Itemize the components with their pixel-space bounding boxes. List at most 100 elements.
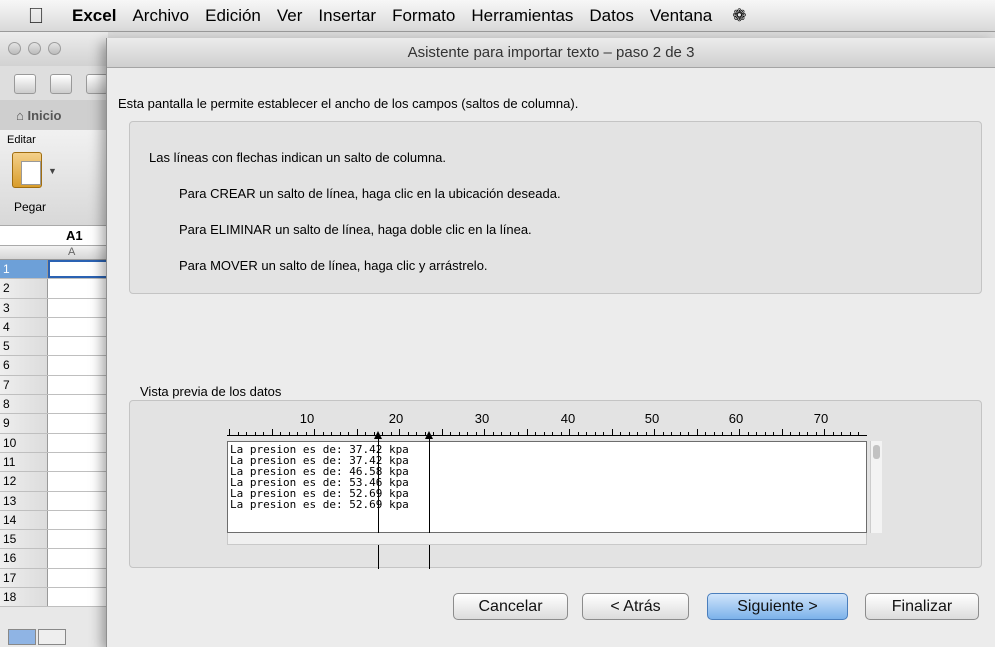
cell[interactable]: [48, 510, 108, 530]
ruler-tick: [645, 432, 647, 436]
table-row[interactable]: 8: [0, 395, 108, 415]
ruler-tick: [237, 432, 239, 436]
cell[interactable]: [48, 375, 108, 395]
row-number[interactable]: 14: [0, 510, 48, 530]
table-row[interactable]: 17: [0, 568, 108, 589]
table-row[interactable]: 18: [0, 588, 108, 608]
cell[interactable]: [48, 395, 108, 414]
horizontal-scrollbar[interactable]: [227, 533, 867, 545]
apple-icon[interactable]: : [0, 3, 72, 29]
table-row[interactable]: 3: [0, 298, 108, 318]
row-number[interactable]: 10: [0, 433, 48, 452]
menu-edicion[interactable]: Edición: [205, 6, 261, 26]
menu-herramientas[interactable]: Herramientas: [471, 6, 573, 26]
row-number[interactable]: 7: [0, 375, 48, 395]
next-button[interactable]: Siguiente >: [707, 593, 848, 620]
table-row[interactable]: 1: [0, 260, 108, 280]
row-number[interactable]: 12: [0, 472, 48, 491]
menu-ver[interactable]: Ver: [277, 6, 303, 26]
table-row[interactable]: 15: [0, 530, 108, 550]
table-row[interactable]: 5: [0, 337, 108, 357]
table-row[interactable]: 10: [0, 433, 108, 453]
row-number[interactable]: 9: [0, 414, 48, 433]
row-number[interactable]: 17: [0, 568, 48, 588]
row-number[interactable]: 6: [0, 356, 48, 375]
vertical-scrollbar[interactable]: [870, 441, 882, 533]
table-row[interactable]: 6: [0, 356, 108, 376]
table-row[interactable]: 14: [0, 510, 108, 531]
column-break-line[interactable]: [378, 439, 379, 569]
row-number[interactable]: 15: [0, 530, 48, 549]
open-icon[interactable]: [86, 74, 108, 94]
cell[interactable]: [48, 491, 108, 510]
cell[interactable]: [48, 549, 108, 568]
table-row[interactable]: 7: [0, 375, 108, 396]
page-layout-view-icon[interactable]: [38, 629, 66, 645]
script-menu-icon[interactable]: ❁: [732, 6, 746, 26]
menu-insertar[interactable]: Insertar: [318, 6, 376, 26]
menu-formato[interactable]: Formato: [392, 6, 455, 26]
data-preview-box: 10 20 30 40 50 60 70 La presion es de: 3…: [129, 400, 982, 569]
cell[interactable]: [48, 337, 108, 356]
column-break-arrow[interactable]: [374, 431, 382, 439]
cell[interactable]: [48, 260, 108, 279]
row-number[interactable]: 13: [0, 491, 48, 510]
cancel-button[interactable]: Cancelar: [453, 593, 568, 620]
table-row[interactable]: 4: [0, 317, 108, 338]
cell[interactable]: [48, 452, 108, 472]
menu-ventana[interactable]: Ventana: [650, 6, 712, 26]
back-button[interactable]: < Atrás: [582, 593, 689, 620]
ruler-tick: [263, 432, 264, 436]
normal-view-icon[interactable]: [8, 629, 36, 645]
column-break-line[interactable]: [429, 439, 430, 569]
cell[interactable]: [48, 298, 108, 317]
zoom-window-button[interactable]: [48, 42, 61, 55]
tab-inicio[interactable]: ⌂ Inicio: [0, 100, 108, 130]
column-break-arrow[interactable]: [425, 431, 433, 439]
preview-label: Vista previa de los datos: [140, 384, 282, 399]
row-number[interactable]: 11: [0, 452, 48, 472]
cell[interactable]: [48, 530, 108, 549]
row-number[interactable]: 3: [0, 298, 48, 317]
cell[interactable]: [48, 588, 108, 607]
cell[interactable]: [48, 433, 108, 452]
column-ruler[interactable]: 10 20 30 40 50 60 70: [227, 408, 867, 436]
cell[interactable]: [48, 568, 108, 588]
table-row[interactable]: 9: [0, 414, 108, 434]
cell[interactable]: [48, 356, 108, 375]
new-document-icon[interactable]: [14, 74, 36, 94]
table-row[interactable]: 16: [0, 549, 108, 569]
ruler-tick: [526, 429, 528, 436]
row-number[interactable]: 16: [0, 549, 48, 568]
menu-datos[interactable]: Datos: [589, 6, 633, 26]
row-number[interactable]: 8: [0, 395, 48, 414]
menu-app-excel[interactable]: Excel: [72, 6, 116, 26]
menu-archivo[interactable]: Archivo: [132, 6, 189, 26]
table-row[interactable]: 11: [0, 452, 108, 473]
row-number[interactable]: 1: [0, 260, 48, 279]
ruler-tick: [858, 432, 859, 436]
row-number[interactable]: 18: [0, 588, 48, 607]
cell[interactable]: [48, 317, 108, 337]
table-row[interactable]: 2: [0, 279, 108, 299]
gallery-icon[interactable]: [50, 74, 72, 94]
paste-icon[interactable]: [12, 152, 42, 188]
table-row[interactable]: 13: [0, 491, 108, 511]
column-header-a[interactable]: A: [0, 246, 108, 260]
chevron-down-icon[interactable]: ▼: [48, 166, 57, 176]
instructions-box: Las líneas con flechas indican un salto …: [129, 121, 982, 294]
close-window-button[interactable]: [8, 42, 21, 55]
row-number[interactable]: 5: [0, 337, 48, 356]
row-number[interactable]: 2: [0, 279, 48, 298]
preview-text-area[interactable]: La presion es de: 37.42 kpa La presion e…: [227, 441, 867, 533]
view-buttons: [8, 629, 68, 645]
cell[interactable]: [48, 414, 108, 433]
row-number[interactable]: 4: [0, 317, 48, 337]
scroll-thumb[interactable]: [873, 445, 880, 459]
cell[interactable]: [48, 279, 108, 298]
table-row[interactable]: 12: [0, 472, 108, 492]
name-box[interactable]: A1: [0, 226, 108, 246]
minimize-window-button[interactable]: [28, 42, 41, 55]
cell[interactable]: [48, 472, 108, 491]
finish-button[interactable]: Finalizar: [865, 593, 979, 620]
